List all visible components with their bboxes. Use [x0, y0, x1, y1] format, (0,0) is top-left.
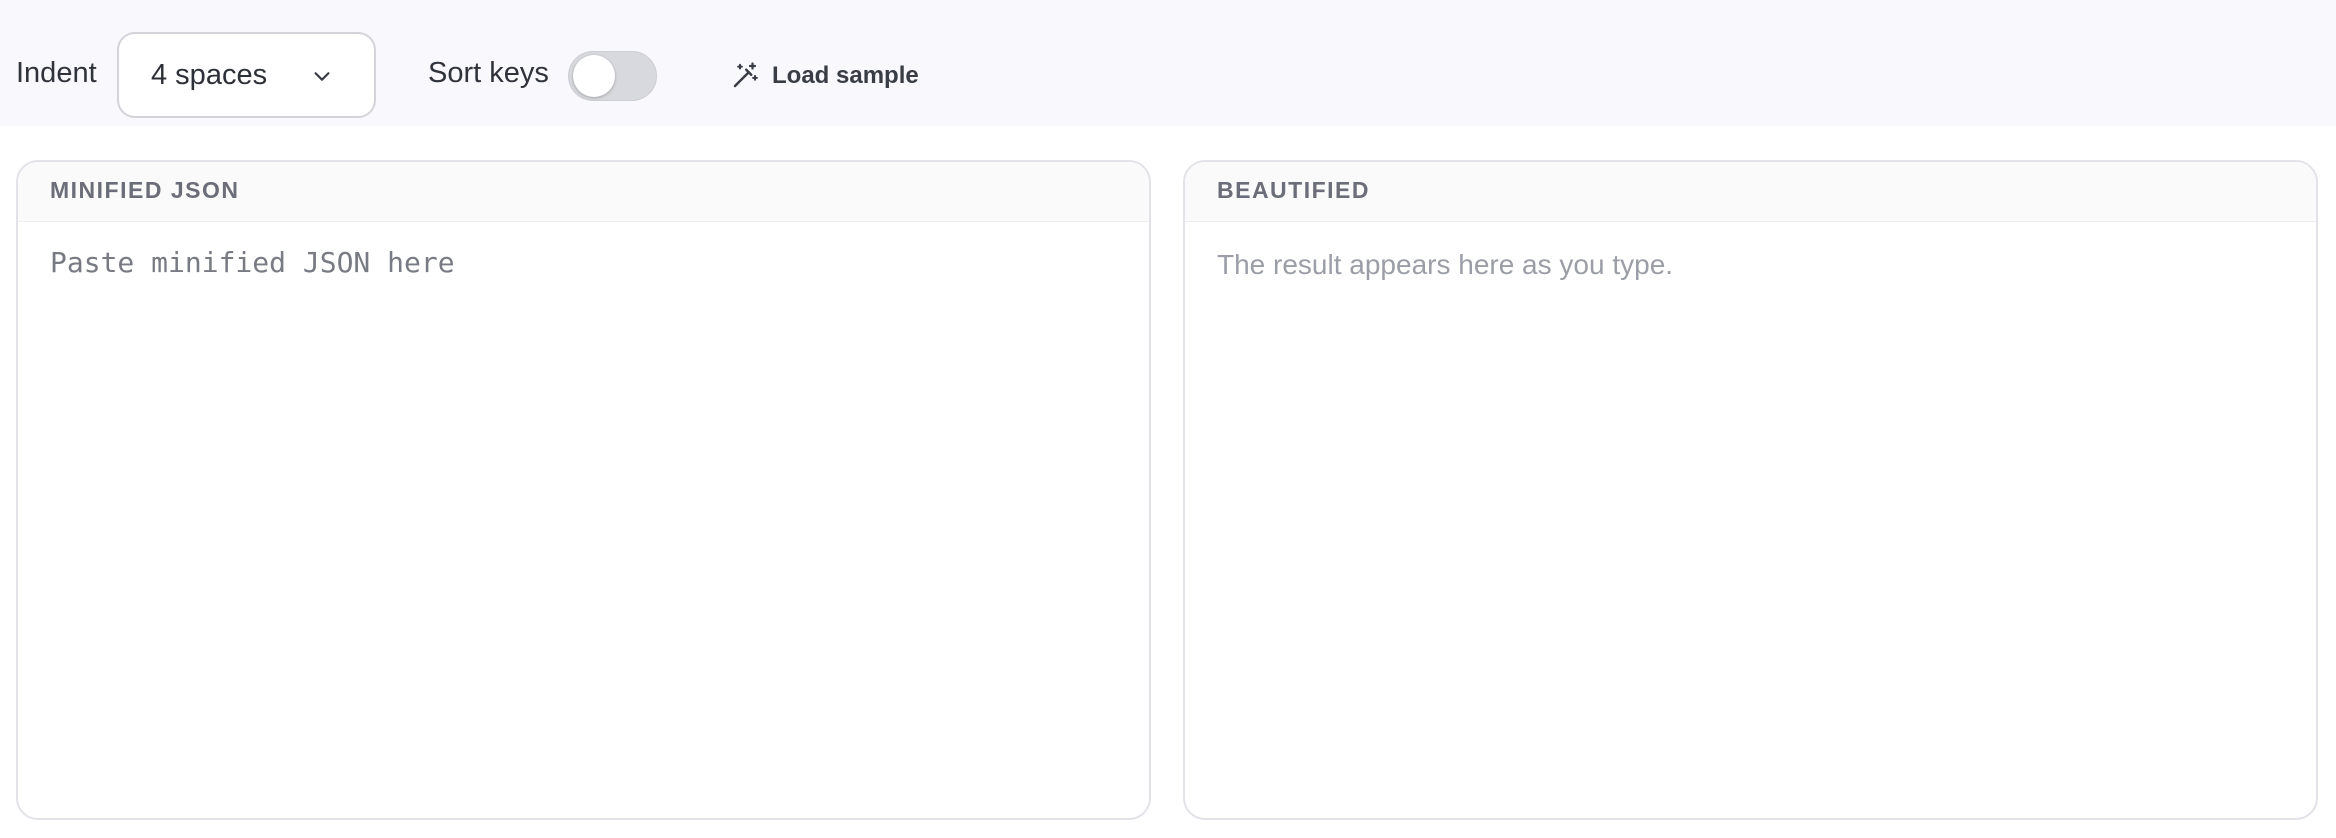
- indent-select[interactable]: 4 spaces: [117, 32, 376, 118]
- toolbar: Indent 4 spaces Sort keys Load sample: [0, 0, 2336, 126]
- input-panel-header: MINIFIED JSON: [18, 162, 1149, 222]
- indent-select-value: 4 spaces: [151, 59, 268, 91]
- indent-label: Indent: [16, 57, 97, 89]
- input-panel: MINIFIED JSON: [16, 160, 1151, 820]
- load-sample-button[interactable]: Load sample: [730, 56, 919, 96]
- sort-keys-toggle[interactable]: [568, 51, 657, 101]
- toggle-knob: [573, 55, 615, 97]
- load-sample-label: Load sample: [772, 62, 919, 89]
- beautified-output-placeholder: The result appears here as you type.: [1217, 249, 1674, 280]
- sort-keys-label: Sort keys: [428, 57, 549, 89]
- output-panel-title: BEAUTIFIED: [1217, 177, 1370, 203]
- output-panel: BEAUTIFIED The result appears here as yo…: [1183, 160, 2318, 820]
- chevron-down-icon: [314, 72, 330, 81]
- input-panel-title: MINIFIED JSON: [50, 177, 240, 203]
- output-panel-header: BEAUTIFIED: [1185, 162, 2316, 222]
- minified-json-input[interactable]: [18, 222, 1149, 818]
- magic-wand-icon: [733, 62, 758, 88]
